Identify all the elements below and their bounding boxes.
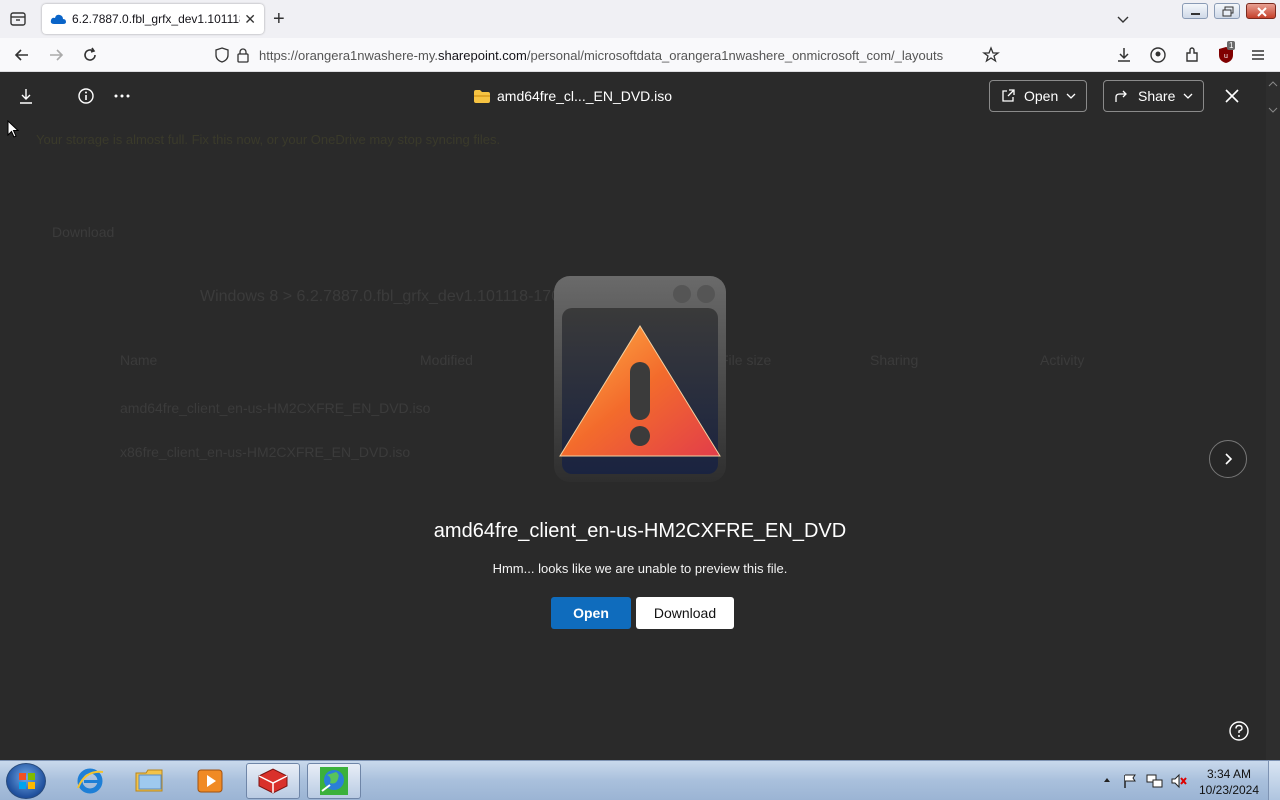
svg-text:u: u <box>1224 53 1228 60</box>
info-icon[interactable] <box>76 86 96 106</box>
open-button[interactable]: Open <box>551 597 631 629</box>
tab-title: 6.2.7887.0.fbl_grfx_dev1.101118 <box>72 12 240 26</box>
tab-list-icon[interactable] <box>8 9 28 29</box>
open-menu-button[interactable]: Open <box>989 80 1088 112</box>
share-menu-button[interactable]: Share <box>1103 80 1205 112</box>
share-menu-label: Share <box>1138 88 1176 104</box>
globe-app-icon[interactable] <box>307 763 361 799</box>
browser-tab[interactable]: 6.2.7887.0.fbl_grfx_dev1.101118 ✕ <box>42 4 264 34</box>
taskbar: 3:34 AM 10/23/2024 <box>0 760 1280 800</box>
download-button[interactable]: Download <box>636 597 734 629</box>
share-icon <box>1115 90 1127 102</box>
forward-arrow-icon[interactable] <box>46 45 66 65</box>
ublock-badge: 1 <box>1227 41 1236 50</box>
close-icon[interactable] <box>1222 86 1242 106</box>
reload-icon[interactable] <box>80 45 100 65</box>
next-file-button[interactable] <box>1209 440 1247 478</box>
start-button[interactable] <box>6 763 46 799</box>
viewer-file-title: amd64fre_cl..._EN_DVD.iso <box>474 88 672 104</box>
preview-error-message: Hmm... looks like we are unable to previ… <box>492 561 788 576</box>
shield-icon[interactable] <box>214 47 230 63</box>
chevron-right-icon <box>1225 453 1233 465</box>
chevron-up-icon[interactable] <box>1102 775 1112 785</box>
tab-close-icon[interactable]: ✕ <box>244 11 256 27</box>
download-icon[interactable] <box>16 86 36 106</box>
mouse-cursor-icon <box>7 120 19 138</box>
chevron-down-icon[interactable] <box>1115 11 1131 27</box>
col-sharing: Sharing <box>870 352 919 368</box>
chevron-down-icon <box>1183 93 1193 99</box>
storage-notice: Your storage is almost full. Fix this no… <box>36 132 501 147</box>
windows-logo-icon <box>19 773 35 789</box>
clock-time[interactable]: 3:34 AM <box>1196 767 1262 781</box>
window-restore-button[interactable] <box>1214 3 1240 19</box>
file-explorer-icon[interactable] <box>123 763 177 799</box>
new-tab-button[interactable]: + <box>273 8 285 30</box>
address-bar[interactable]: https://orangera1nwashere-my.sharepoint.… <box>206 41 1006 69</box>
lock-icon[interactable] <box>236 47 250 63</box>
file-title-text: amd64fre_cl..._EN_DVD.iso <box>497 88 673 104</box>
col-name: Name <box>120 352 158 368</box>
internet-explorer-icon[interactable] <box>63 763 117 799</box>
chevron-down-icon <box>1066 93 1076 99</box>
list-item: x86fre_client_en-us-HM2CXFRE_EN_DVD.iso <box>120 444 411 460</box>
volume-muted-icon[interactable] <box>1170 773 1188 789</box>
clock-date[interactable]: 10/23/2024 <box>1196 783 1262 797</box>
warning-illustration-icon <box>554 276 726 482</box>
more-options-icon[interactable] <box>112 86 132 106</box>
onedrive-cloud-icon <box>50 14 66 24</box>
help-icon[interactable] <box>1228 720 1250 742</box>
red-app-icon[interactable] <box>246 763 300 799</box>
window-minimize-button[interactable] <box>1182 3 1208 19</box>
media-player-icon[interactable] <box>183 763 237 799</box>
breadcrumb: Windows 8 > 6.2.7887.0.fbl_grfx_dev1.101… <box>200 288 569 305</box>
list-item: amd64fre_client_en-us-HM2CXFRE_EN_DVD.is… <box>120 400 431 416</box>
page-scrollbar[interactable] <box>1266 72 1280 760</box>
preview-file-name: amd64fre_client_en-us-HM2CXFRE_EN_DVD <box>433 520 847 542</box>
viewer-header: amd64fre_cl..._EN_DVD.iso Open Share <box>0 72 1266 122</box>
action-center-flag-icon[interactable] <box>1122 773 1138 789</box>
col-activity: Activity <box>1040 352 1085 368</box>
open-external-icon <box>1002 89 1015 102</box>
folder-icon <box>474 89 490 103</box>
col-modified: Modified <box>420 352 473 368</box>
url-text: https://orangera1nwashere-my.sharepoint.… <box>259 48 944 63</box>
back-arrow-icon[interactable] <box>12 45 32 65</box>
tab-bar: 6.2.7887.0.fbl_grfx_dev1.101118 ✕ + <box>0 0 1280 38</box>
bookmark-star-icon[interactable] <box>982 46 1000 64</box>
show-desktop-button[interactable] <box>1268 761 1280 800</box>
navigation-bar: https://orangera1nwashere-my.sharepoint.… <box>0 38 1280 72</box>
account-icon[interactable] <box>1148 45 1168 65</box>
downloads-icon[interactable] <box>1114 45 1134 65</box>
open-menu-label: Open <box>1024 88 1059 104</box>
window-close-button[interactable] <box>1246 3 1276 19</box>
hamburger-menu-icon[interactable] <box>1248 45 1268 65</box>
sync-label: Download <box>52 224 115 240</box>
extensions-icon[interactable] <box>1182 45 1202 65</box>
page-viewport: Your storage is almost full. Fix this no… <box>0 72 1280 760</box>
network-icon[interactable] <box>1146 773 1164 789</box>
